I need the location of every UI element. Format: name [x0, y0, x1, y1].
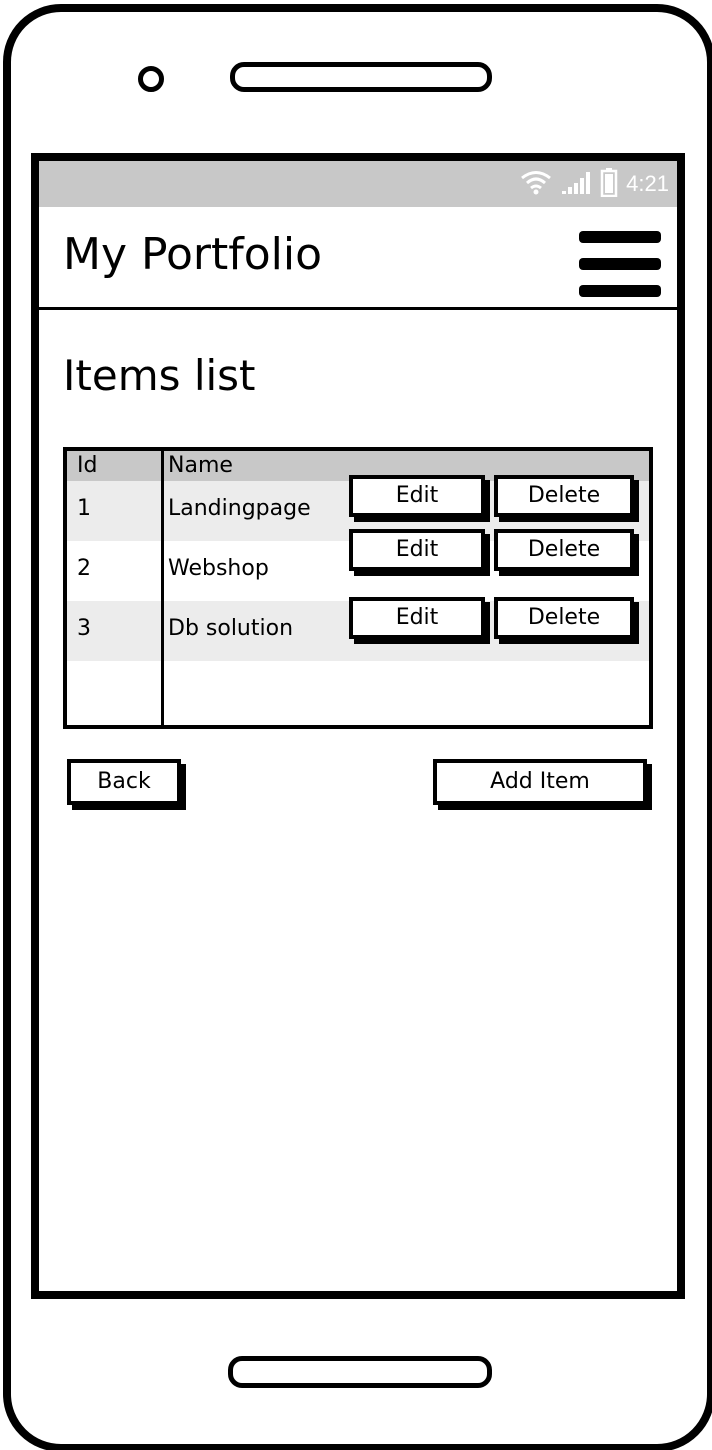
row-name: Webshop — [168, 556, 269, 581]
menu-bar-top — [579, 231, 661, 243]
phone-screen: 4:21 My Portfolio Items list Id Name 1 L… — [31, 153, 685, 1299]
table-row: 2 Webshop Edit Delete — [67, 529, 649, 601]
status-icons: 4:21 — [520, 167, 669, 201]
app-title: My Portfolio — [63, 229, 322, 280]
status-bar: 4:21 — [39, 161, 677, 207]
row-id: 1 — [77, 496, 91, 521]
edit-button[interactable]: Edit — [349, 475, 485, 517]
phone-mockup: 4:21 My Portfolio Items list Id Name 1 L… — [0, 0, 712, 1450]
delete-button[interactable]: Delete — [494, 529, 634, 571]
camera-icon — [138, 66, 164, 92]
delete-button[interactable]: Delete — [494, 475, 634, 517]
menu-bar-bottom — [579, 285, 661, 297]
row-name: Landingpage — [168, 496, 311, 521]
speaker-grille — [230, 62, 492, 92]
edit-button[interactable]: Edit — [349, 529, 485, 571]
column-divider — [161, 451, 164, 725]
row-id: 3 — [77, 616, 91, 641]
signal-icon — [560, 169, 592, 199]
menu-bar-middle — [579, 258, 661, 270]
back-button[interactable]: Back — [67, 759, 181, 805]
wifi-icon — [520, 169, 552, 199]
edit-button[interactable]: Edit — [349, 597, 485, 639]
status-time: 4:21 — [626, 171, 669, 196]
column-header-name: Name — [168, 453, 233, 478]
add-item-button[interactable]: Add Item — [433, 759, 647, 805]
home-button[interactable] — [228, 1356, 492, 1388]
row-id: 2 — [77, 556, 91, 581]
items-table: Id Name 1 Landingpage Edit Delete 2 Webs… — [63, 447, 653, 729]
delete-button[interactable]: Delete — [494, 597, 634, 639]
app-bar: My Portfolio — [39, 207, 677, 310]
column-header-id: Id — [77, 453, 98, 478]
page-heading: Items list — [63, 351, 256, 400]
battery-icon — [600, 167, 618, 201]
row-name: Db solution — [168, 616, 294, 641]
table-row: 3 Db solution Edit Delete — [67, 597, 649, 661]
hamburger-menu-icon[interactable] — [575, 227, 665, 301]
